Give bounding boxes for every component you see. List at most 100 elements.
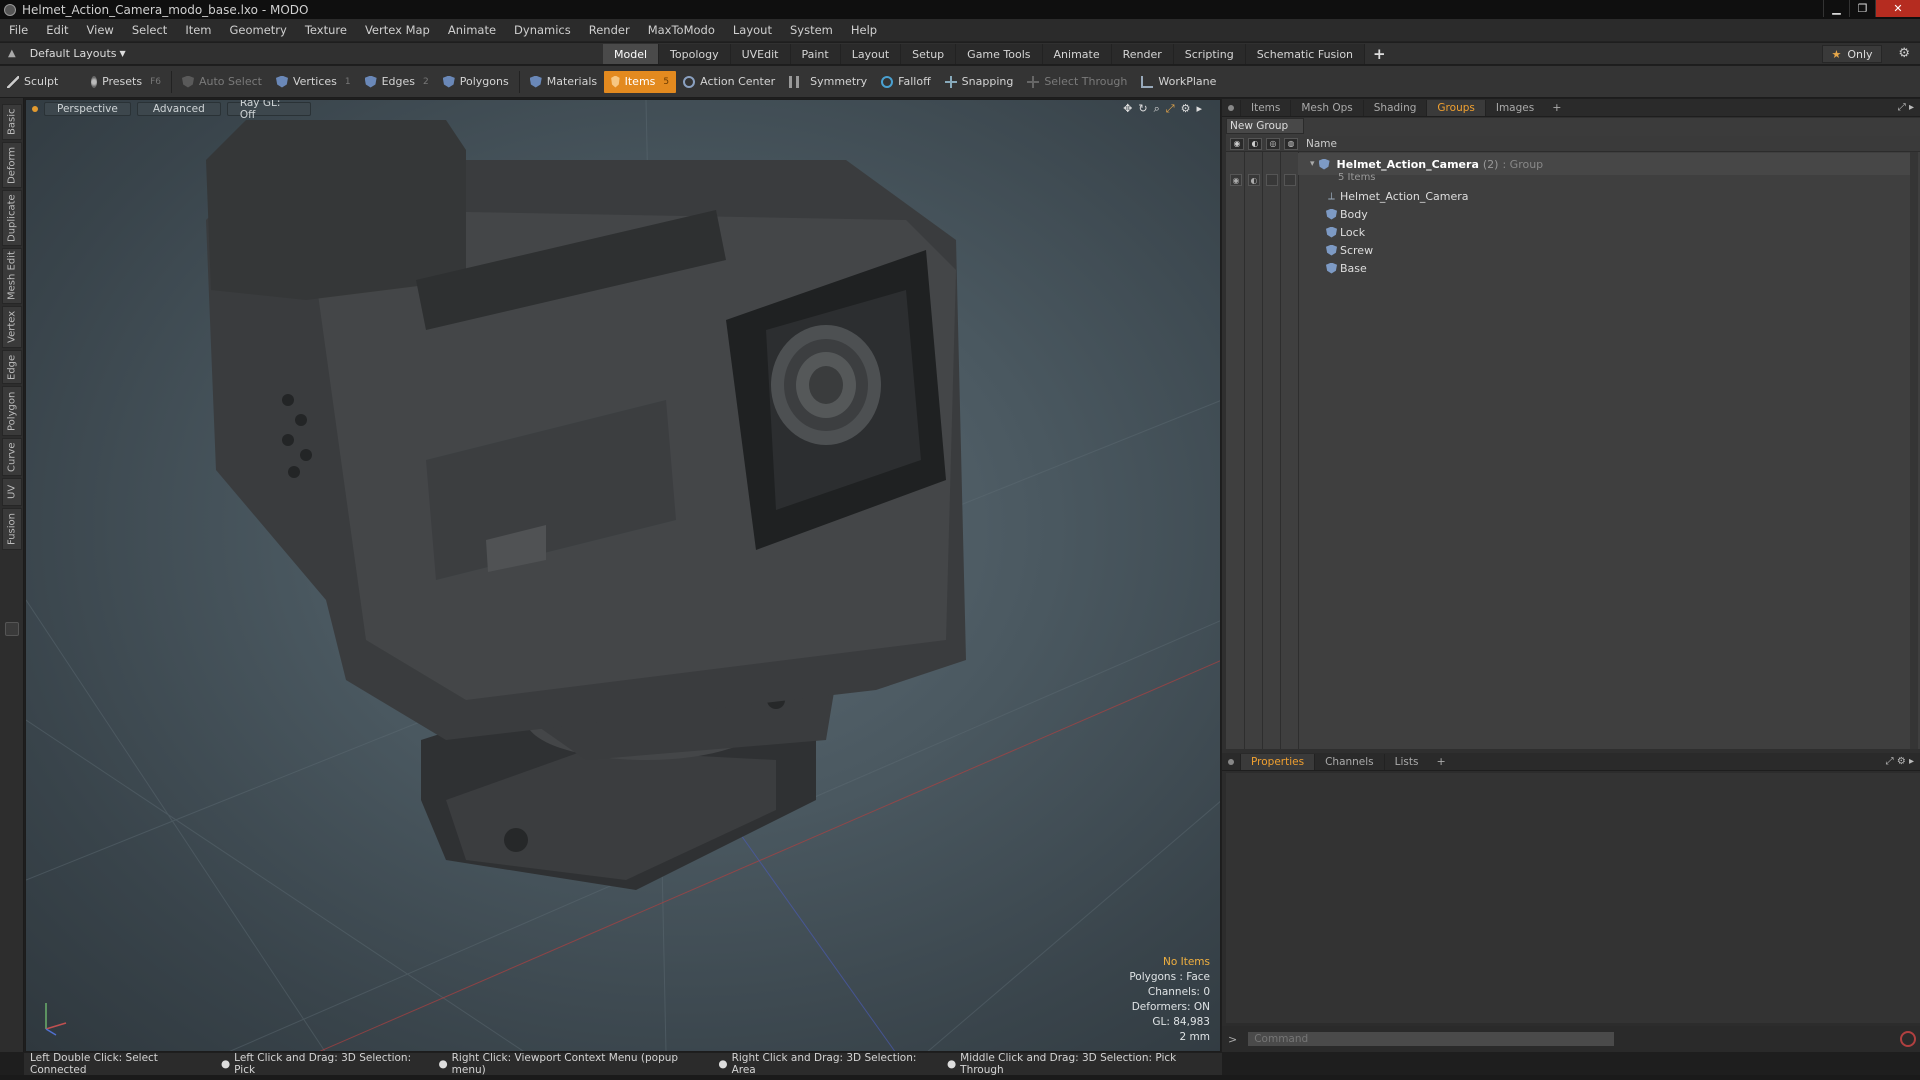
tab-basic[interactable]: Basic (2, 104, 22, 140)
panel-options-dot[interactable] (1228, 104, 1234, 111)
maximize-button[interactable]: ❐ (1849, 0, 1875, 17)
menu-view[interactable]: View (78, 23, 123, 37)
add-panel-tab-button[interactable]: + (1428, 755, 1453, 768)
auto-select-button[interactable]: Auto Select (175, 71, 269, 93)
edges-button[interactable]: Edges 2 (358, 71, 436, 93)
select-column-icon[interactable]: ◍ (1284, 137, 1298, 150)
zoom-icon[interactable]: ⌕ (1154, 102, 1160, 116)
tab-lists[interactable]: Lists (1383, 753, 1429, 770)
tab-animate[interactable]: Animate (1042, 44, 1112, 64)
tab-schematic-fusion[interactable]: Schematic Fusion (1245, 44, 1366, 64)
name-column-header[interactable]: Name (1306, 138, 1337, 150)
tab-paint[interactable]: Paint (790, 44, 841, 64)
lock-column-icon[interactable]: ◎ (1266, 137, 1280, 150)
command-input[interactable] (1247, 1031, 1616, 1047)
tab-polygon[interactable]: Polygon (2, 386, 22, 436)
tab-shading[interactable]: Shading (1362, 99, 1427, 116)
menu-edit[interactable]: Edit (37, 23, 77, 37)
gear-icon[interactable]: ⚙ (1898, 46, 1910, 61)
tab-items[interactable]: Items (1240, 99, 1290, 116)
workplane-button[interactable]: WorkPlane (1134, 71, 1223, 93)
fit-icon[interactable]: ⤢ (1166, 102, 1175, 116)
3d-viewport[interactable]: Perspective Advanced Ray GL: Off ✥ ↻ ⌕ ⤢… (25, 99, 1221, 1052)
tab-mesh-edit[interactable]: Mesh Edit (2, 248, 22, 304)
menu-file[interactable]: File (0, 23, 37, 37)
tab-uv[interactable]: UV (2, 478, 22, 506)
polygons-button[interactable]: Polygons (436, 71, 516, 93)
panel-settings-icon[interactable]: ⤢ ⚙ ▸ (1886, 756, 1914, 767)
tab-render[interactable]: Render (1111, 44, 1174, 64)
menu-select[interactable]: Select (123, 23, 176, 37)
materials-button[interactable]: Materials (523, 71, 604, 93)
raygl-button[interactable]: Ray GL: Off (226, 100, 311, 121)
menu-item[interactable]: Item (176, 23, 220, 37)
tab-duplicate[interactable]: Duplicate (2, 190, 22, 246)
tab-fusion[interactable]: Fusion (2, 508, 22, 550)
select-through-button[interactable]: Select Through (1020, 71, 1134, 93)
tree-item-lock[interactable]: Lock (1298, 223, 1918, 241)
menu-geometry[interactable]: Geometry (221, 23, 296, 37)
add-panel-tab-button[interactable]: + (1544, 101, 1569, 114)
group-row[interactable]: ▾ Helmet_Action_Camera (2) : Group (1298, 153, 1918, 175)
menu-help[interactable]: Help (842, 23, 886, 37)
group-visibility-toggle[interactable]: ◉ (1230, 174, 1242, 186)
tab-properties[interactable]: Properties (1240, 753, 1315, 770)
group-lock-toggle[interactable] (1266, 174, 1278, 186)
command-history-icon[interactable] (1900, 1031, 1916, 1047)
new-group-button[interactable]: New Group (1226, 118, 1304, 134)
menu-dynamics[interactable]: Dynamics (505, 23, 580, 37)
tab-uvedit[interactable]: UVEdit (730, 44, 791, 64)
view-mode-button[interactable]: Perspective (44, 102, 131, 116)
tab-topology[interactable]: Topology (659, 44, 731, 64)
tab-channels[interactable]: Channels (1314, 753, 1384, 770)
tree-item-screw[interactable]: Screw (1298, 241, 1918, 259)
tab-curve[interactable]: Curve (2, 438, 22, 476)
tab-layout[interactable]: Layout (840, 44, 902, 64)
action-center-button[interactable]: Action Center (676, 71, 782, 93)
menu-maxtomodo[interactable]: MaxToModo (639, 23, 724, 37)
tab-groups[interactable]: Groups (1426, 99, 1485, 116)
tree-item-body[interactable]: Body (1298, 205, 1918, 223)
tab-edge[interactable]: Edge (2, 350, 22, 384)
tab-images[interactable]: Images (1484, 99, 1544, 116)
viewport-settings-icon[interactable]: ⚙ (1181, 102, 1191, 116)
tab-vertex[interactable]: Vertex (2, 306, 22, 348)
expand-strip-button[interactable] (5, 622, 19, 636)
tab-deform[interactable]: Deform (2, 142, 22, 188)
panel-maximize-icon[interactable]: ⤢ ▸ (1898, 102, 1914, 113)
collapse-up-icon[interactable]: ▲ (8, 48, 16, 59)
group-render-toggle[interactable]: ◐ (1248, 174, 1260, 186)
render-column-icon[interactable]: ◐ (1248, 137, 1262, 150)
symmetry-button[interactable]: Symmetry (782, 71, 874, 93)
items-button[interactable]: Items 5 (604, 70, 677, 93)
menu-animate[interactable]: Animate (439, 23, 505, 37)
tab-game-tools[interactable]: Game Tools (956, 44, 1043, 64)
tree-item-base[interactable]: Base (1298, 259, 1918, 277)
expand-arrow-icon[interactable]: ▸ (1196, 102, 1202, 116)
group-select-toggle[interactable] (1284, 174, 1296, 186)
only-button[interactable]: ★ Only (1822, 45, 1882, 63)
falloff-button[interactable]: Falloff (874, 71, 937, 93)
rotate-icon[interactable]: ↻ (1138, 102, 1147, 116)
menu-texture[interactable]: Texture (296, 23, 356, 37)
pan-icon[interactable]: ✥ (1123, 102, 1132, 116)
panel-options-dot[interactable] (1228, 758, 1234, 765)
vertices-button[interactable]: Vertices 1 (269, 71, 358, 93)
collapse-arrow-icon[interactable]: ▾ (1310, 159, 1315, 169)
layout-dropdown[interactable]: ▲ Default Layouts ▼ (8, 47, 126, 60)
viewport-options-dot[interactable] (32, 106, 38, 112)
minimize-button[interactable]: ▁ (1823, 0, 1849, 17)
visibility-column-icon[interactable]: ◉ (1230, 137, 1244, 150)
add-tab-button[interactable]: + (1365, 44, 1394, 64)
menu-system[interactable]: System (781, 23, 842, 37)
menu-vertex-map[interactable]: Vertex Map (356, 23, 439, 37)
tab-model[interactable]: Model (603, 44, 660, 64)
shading-mode-button[interactable]: Advanced (136, 102, 221, 116)
tab-scripting[interactable]: Scripting (1173, 44, 1246, 64)
snapping-button[interactable]: Snapping (938, 71, 1021, 93)
presets-button[interactable]: Presets F6 (84, 71, 168, 93)
tree-scrollbar[interactable] (1910, 152, 1918, 749)
tree-item-helmet-action-camera[interactable]: ⟂ Helmet_Action_Camera (1298, 187, 1918, 205)
menu-render[interactable]: Render (580, 23, 639, 37)
tab-setup[interactable]: Setup (901, 44, 957, 64)
